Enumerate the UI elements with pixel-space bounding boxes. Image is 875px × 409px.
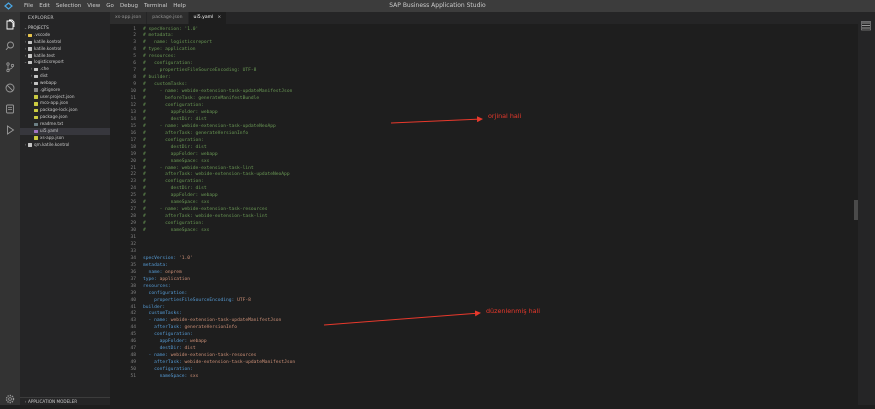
tree-item-label: katile.kontrol	[34, 38, 62, 44]
tree-item-label: user.project.json	[40, 93, 75, 99]
tree-item-label: qm.katile.kontrol	[34, 141, 70, 147]
code-editor[interactable]: 1 # specVersion: '1.0' 2 # metadata: 3 # name…	[110, 24, 855, 405]
tree-item[interactable]: .gitignore	[20, 87, 110, 94]
menu-view[interactable]: View	[87, 0, 100, 12]
folder-icon	[28, 47, 32, 51]
menu-selection[interactable]: Selection	[56, 0, 81, 12]
close-icon[interactable]: ×	[217, 15, 221, 20]
file-icon	[34, 95, 38, 99]
folder-icon	[34, 74, 38, 79]
files-icon[interactable]	[4, 16, 16, 30]
tree-item[interactable]: › qm.katile.kontrol	[20, 142, 110, 149]
tree-item-label: logisticsreport	[34, 59, 64, 65]
menu-bar: File Edit Selection View Go Debug Termin…	[24, 0, 192, 12]
tree-item[interactable]: package-lock.json	[20, 107, 110, 114]
tree-item-label: package-lock.json	[40, 107, 78, 113]
tree-item-label: .vscode	[34, 32, 51, 37]
tab-label: ui5.yaml	[193, 15, 214, 20]
source-control-icon[interactable]	[4, 58, 16, 73]
tree-item[interactable]: readme.txt	[20, 121, 110, 128]
search-icon[interactable]	[4, 37, 16, 51]
folder-icon	[28, 61, 32, 65]
run-icon[interactable]	[4, 121, 16, 135]
tree-item-label: ui5.yaml	[40, 127, 59, 133]
tree-item-label: xs-app.json	[40, 134, 64, 140]
tab-xs-app-json[interactable]: xs-app.json	[110, 12, 148, 24]
tree-item[interactable]: › .vscode	[20, 32, 110, 39]
menu-help[interactable]: Help	[173, 0, 186, 12]
activity-bar	[0, 12, 20, 405]
tree-item-label: katile.test	[34, 52, 55, 58]
tab-package-json[interactable]: package.json	[147, 12, 189, 24]
tab-ui5-yaml[interactable]: ui5.yaml ×	[188, 12, 228, 24]
folder-icon	[34, 67, 38, 72]
file-icon	[34, 129, 38, 133]
tree-item[interactable]: ui5.yaml	[20, 127, 110, 135]
folder-icon	[28, 40, 32, 44]
file-icon	[34, 102, 38, 106]
editor-tab-bar: xs-app.json package.json ui5.yaml ×	[110, 12, 875, 24]
tree-item[interactable]: ⌄ logisticsreport	[20, 59, 110, 66]
arrow-original	[390, 116, 483, 124]
tree-item[interactable]: user.project.json	[20, 94, 110, 101]
tree-item[interactable]: xs-app.json	[20, 135, 110, 142]
explorer-title: EXPLORER	[28, 16, 54, 21]
tree-item-label: katile.kontrol	[34, 45, 62, 51]
file-tree: › .vscode › katile.kontrol › katile.kontrol › k…	[20, 32, 110, 148]
arrow-edited	[323, 310, 481, 326]
tree-item[interactable]: › dist	[20, 73, 110, 80]
title-bar: File Edit Selection View Go Debug Termin…	[0, 0, 875, 12]
application-modeler-section[interactable]: › APPLICATION MODELER	[20, 397, 110, 405]
tree-item[interactable]: › .che	[20, 66, 110, 73]
folder-icon	[28, 54, 32, 58]
file-icon	[34, 136, 38, 140]
menu-file[interactable]: File	[24, 0, 33, 12]
file-icon	[34, 109, 38, 113]
tree-item[interactable]: › katile.kontrol	[20, 39, 110, 46]
folder-icon	[34, 81, 38, 86]
tab-label: xs-app.json	[115, 15, 142, 20]
settings-gear-icon[interactable]	[4, 390, 16, 404]
tree-item-label: mco-app.json	[40, 100, 69, 106]
file-icon	[34, 115, 38, 120]
annotation-arrows	[323, 116, 483, 326]
tab-label: package.json	[152, 15, 183, 20]
tree-item-label: dist	[40, 73, 48, 79]
tree-item[interactable]: mco-app.json	[20, 100, 110, 107]
tree-item[interactable]: › katile.kontrol	[20, 46, 110, 53]
tree-item-label: .che	[40, 66, 49, 72]
file-icon	[34, 122, 38, 127]
extensions-icon[interactable]	[4, 100, 16, 114]
app-logo-icon	[0, 0, 16, 12]
outline-icon[interactable]	[861, 16, 871, 35]
explorer-sidebar: EXPLORER ⌄PROJECTS › .vscode › katile.kontr…	[20, 12, 110, 405]
menu-edit[interactable]: Edit	[39, 0, 50, 12]
tree-item[interactable]: › webapp	[20, 80, 110, 87]
tree-item-label: .gitignore	[40, 86, 61, 92]
annotation-edited-label: düzenlenmiş hali	[486, 307, 541, 315]
menu-debug[interactable]: Debug	[120, 0, 138, 12]
tree-item[interactable]: › katile.test	[20, 53, 110, 60]
annotation-original-label: orjinal hali	[488, 112, 522, 120]
projects-section-label: PROJECTS	[28, 25, 49, 30]
debug-icon[interactable]	[4, 79, 16, 93]
tree-item[interactable]: package.json	[20, 114, 110, 121]
tree-item-label: webapp	[40, 79, 57, 85]
projects-section-header[interactable]: ⌄PROJECTS	[20, 24, 110, 32]
menu-terminal[interactable]: Terminal	[144, 0, 167, 12]
folder-icon	[28, 143, 32, 147]
folder-icon	[28, 33, 32, 38]
tree-item-label: package.json	[40, 114, 68, 120]
right-panel-bar	[858, 12, 875, 405]
tree-item-label: readme.txt	[40, 120, 64, 126]
application-modeler-label: APPLICATION MODELER	[28, 399, 78, 404]
menu-go[interactable]: Go	[106, 0, 114, 12]
file-icon	[34, 88, 38, 92]
